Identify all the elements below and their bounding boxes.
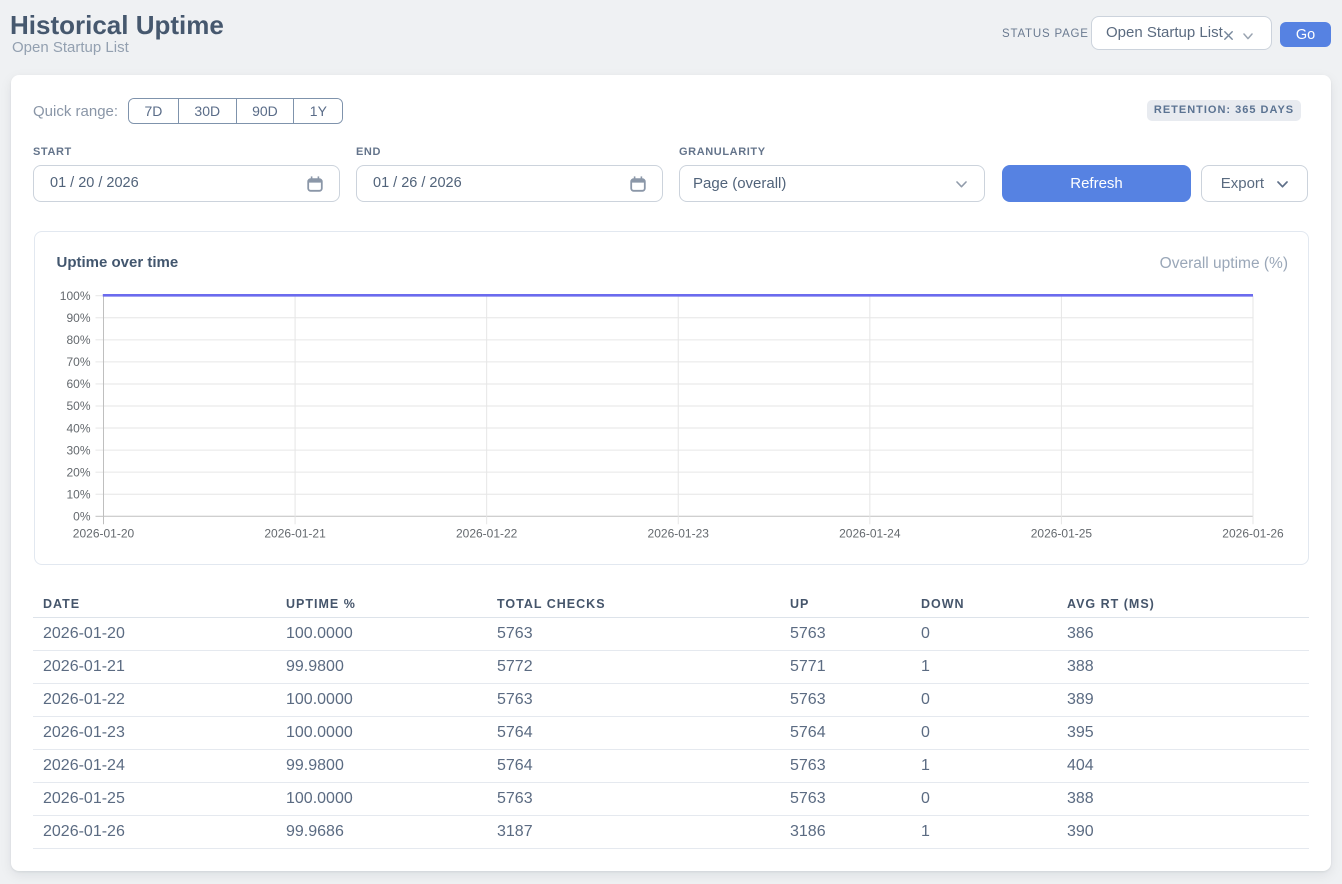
svg-text:100%: 100% xyxy=(60,289,91,303)
svg-text:10%: 10% xyxy=(66,487,90,501)
svg-text:2026-01-20: 2026-01-20 xyxy=(73,526,135,540)
svg-text:40%: 40% xyxy=(66,421,90,435)
svg-text:0%: 0% xyxy=(73,510,91,524)
svg-text:60%: 60% xyxy=(66,377,90,391)
svg-text:2026-01-22: 2026-01-22 xyxy=(456,526,518,540)
svg-text:2026-01-26: 2026-01-26 xyxy=(1222,526,1284,540)
svg-text:30%: 30% xyxy=(66,443,90,457)
svg-text:20%: 20% xyxy=(66,465,90,479)
svg-text:50%: 50% xyxy=(66,399,90,413)
svg-text:70%: 70% xyxy=(66,355,90,369)
svg-text:2026-01-21: 2026-01-21 xyxy=(264,526,326,540)
svg-text:2026-01-23: 2026-01-23 xyxy=(648,526,710,540)
svg-text:2026-01-24: 2026-01-24 xyxy=(839,526,901,540)
svg-text:80%: 80% xyxy=(66,333,90,347)
svg-text:90%: 90% xyxy=(66,311,90,325)
svg-text:2026-01-25: 2026-01-25 xyxy=(1031,526,1093,540)
